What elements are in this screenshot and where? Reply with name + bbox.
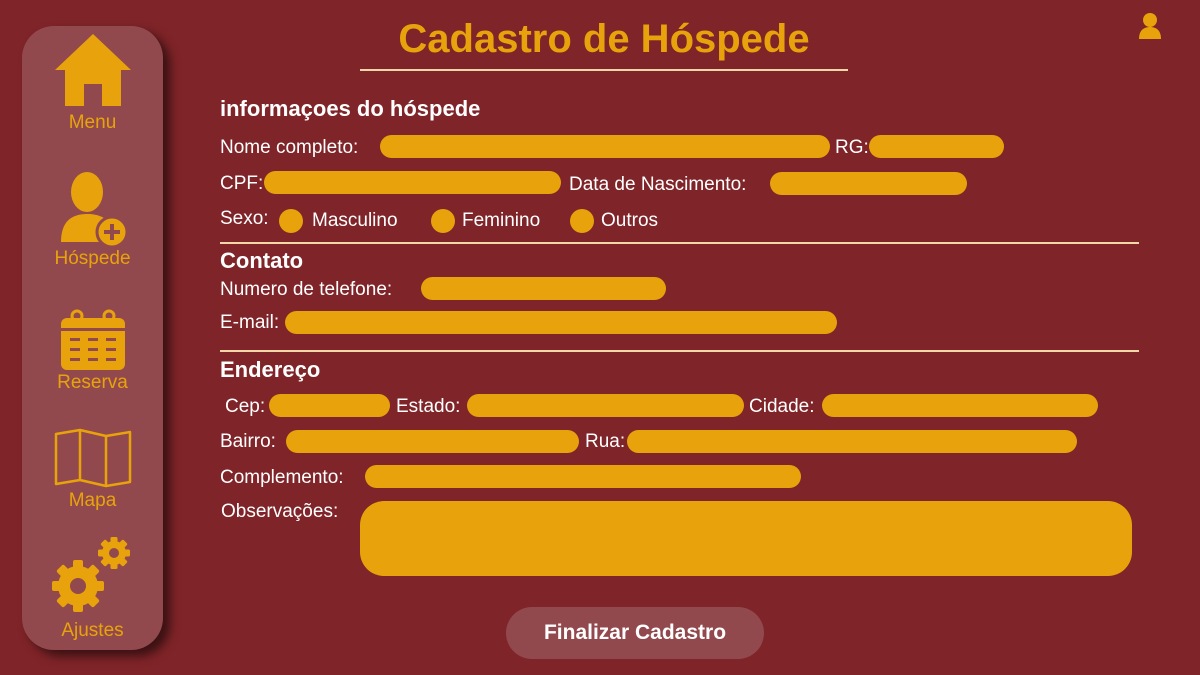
district-field[interactable] bbox=[286, 430, 579, 453]
phone-label: Numero de telefone: bbox=[220, 279, 393, 300]
birth-date-field[interactable] bbox=[770, 172, 967, 195]
cep-field[interactable] bbox=[269, 394, 390, 417]
sex-option-label: Feminino bbox=[462, 210, 541, 231]
sex-radio-masculino[interactable] bbox=[279, 209, 303, 233]
full-name-label: Nome completo: bbox=[220, 137, 359, 158]
sidebar-item-label: Hóspede bbox=[54, 248, 131, 269]
sidebar-item-label: Ajustes bbox=[61, 620, 124, 641]
title-underline bbox=[360, 69, 848, 71]
birth-date-label: Data de Nascimento: bbox=[569, 174, 747, 195]
full-name-field[interactable] bbox=[380, 135, 830, 158]
email-label: E-mail: bbox=[220, 312, 280, 333]
district-label: Bairro: bbox=[220, 431, 276, 452]
sex-option-label: Outros bbox=[601, 210, 659, 231]
complement-field[interactable] bbox=[365, 465, 801, 488]
sidebar-item-reserva[interactable]: Reserva bbox=[22, 308, 163, 398]
state-field[interactable] bbox=[467, 394, 744, 417]
notes-label: Observações: bbox=[221, 501, 339, 522]
state-label: Estado: bbox=[396, 396, 461, 417]
sidebar-item-menu[interactable]: Menu bbox=[22, 32, 163, 142]
calendar-icon bbox=[22, 308, 163, 372]
city-label: Cidade: bbox=[749, 396, 815, 417]
section-title-guest-info: informaçoes do hóspede bbox=[220, 96, 481, 121]
sidebar-item-label: Reserva bbox=[57, 372, 128, 393]
section-title-address: Endereço bbox=[220, 357, 321, 382]
page-title: Cadastro de Hóspede bbox=[398, 17, 810, 61]
street-label: Rua: bbox=[585, 431, 626, 452]
finish-registration-button[interactable]: Finalizar Cadastro bbox=[506, 607, 764, 659]
street-field[interactable] bbox=[627, 430, 1077, 453]
gears-icon bbox=[22, 536, 163, 616]
sidebar-item-mapa[interactable]: Mapa bbox=[22, 428, 163, 518]
user-icon[interactable] bbox=[1138, 12, 1162, 45]
sex-radio-feminino[interactable] bbox=[431, 209, 455, 233]
sidebar-item-label: Menu bbox=[68, 112, 117, 133]
sidebar: Menu Hóspede Reserva Mapa Ajustes bbox=[22, 26, 163, 650]
section-title-contact: Contato bbox=[220, 248, 304, 273]
cep-label: Cep: bbox=[225, 396, 266, 417]
sex-option-label: Masculino bbox=[312, 210, 398, 231]
complement-label: Complemento: bbox=[220, 467, 344, 488]
divider bbox=[220, 350, 1139, 352]
phone-field[interactable] bbox=[421, 277, 666, 300]
sex-label: Sexo: bbox=[220, 208, 269, 229]
divider bbox=[220, 242, 1139, 244]
cpf-field[interactable] bbox=[264, 171, 561, 194]
home-icon bbox=[22, 32, 163, 108]
sex-radio-outros[interactable] bbox=[570, 209, 594, 233]
rg-field[interactable] bbox=[869, 135, 1004, 158]
rg-label: RG: bbox=[835, 137, 869, 158]
notes-field[interactable] bbox=[360, 501, 1132, 576]
email-field[interactable] bbox=[285, 311, 837, 334]
map-icon bbox=[22, 428, 163, 488]
sidebar-item-label: Mapa bbox=[68, 490, 117, 511]
sidebar-item-hospede[interactable]: Hóspede bbox=[22, 170, 163, 280]
city-field[interactable] bbox=[822, 394, 1098, 417]
add-user-icon bbox=[22, 170, 163, 250]
sidebar-item-ajustes[interactable]: Ajustes bbox=[22, 536, 163, 646]
cpf-label: CPF: bbox=[220, 173, 264, 194]
